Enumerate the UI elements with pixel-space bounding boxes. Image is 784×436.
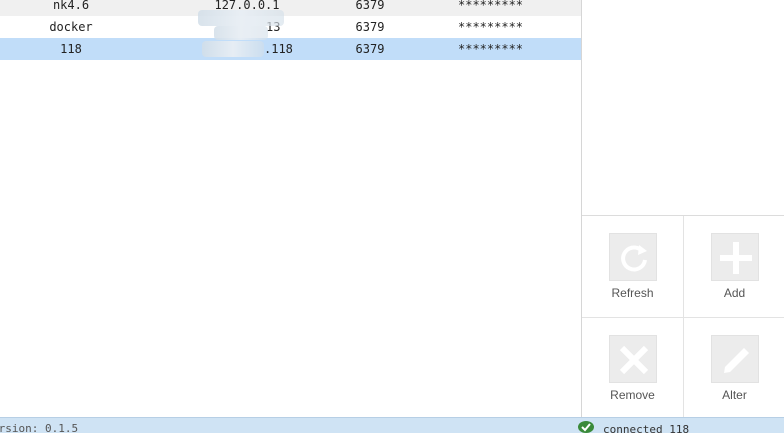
connection-host: .118 — [264, 42, 293, 56]
connection-port: 6379 — [355, 42, 385, 56]
refresh-button[interactable]: Refresh — [582, 216, 683, 317]
version-text: ersion: 0.1.5 — [0, 422, 79, 435]
connection-password: ********* — [458, 0, 524, 12]
connection-password: ********* — [458, 42, 524, 56]
redaction-blur — [202, 41, 264, 57]
connection-port: 6379 — [355, 20, 385, 34]
check-icon — [578, 421, 594, 433]
redaction-blur — [198, 10, 284, 26]
plus-icon — [711, 233, 759, 281]
refresh-icon — [609, 233, 657, 281]
status-bar: ersion: 0.1.5 connected 118 — [0, 417, 784, 436]
table-row[interactable]: docker 13 6379 ********* — [0, 16, 581, 38]
connection-table: nk4.6 127.0.0.1 6379 ********* docker 13… — [0, 0, 581, 417]
refresh-label: Refresh — [611, 286, 654, 300]
pencil-icon — [711, 335, 759, 383]
connection-password: ********* — [458, 20, 524, 34]
remove-button[interactable]: Remove — [582, 318, 683, 419]
connection-port: 6379 — [355, 0, 385, 12]
alter-button[interactable]: Alter — [684, 318, 784, 419]
redaction-blur — [214, 26, 268, 40]
add-button[interactable]: Add — [684, 216, 784, 317]
x-icon — [609, 335, 657, 383]
connection-name: nk4.6 — [52, 0, 90, 12]
alter-label: Alter — [722, 388, 747, 402]
action-grid: Refresh Add Remove Alter — [582, 215, 784, 418]
table-row-selected[interactable]: 118 .118 6379 ********* — [0, 38, 581, 60]
connected-label: connected 118 — [603, 423, 690, 436]
connection-name: docker — [49, 20, 93, 34]
action-panel: Refresh Add Remove Alter — [581, 0, 784, 418]
table-row[interactable]: nk4.6 127.0.0.1 6379 ********* — [0, 0, 581, 16]
remove-label: Remove — [610, 388, 655, 402]
connection-name: 118 — [60, 42, 82, 56]
add-label: Add — [723, 286, 746, 300]
